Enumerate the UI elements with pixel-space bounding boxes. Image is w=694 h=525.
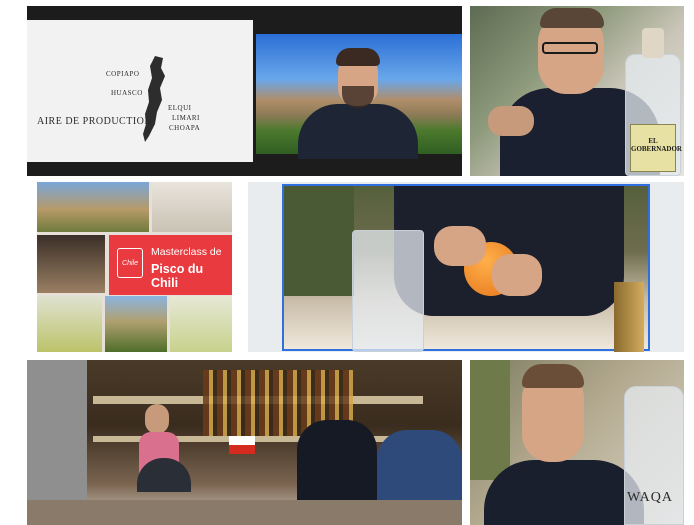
promo-banner: Chile Masterclass de Pisco du Chili	[109, 235, 232, 295]
presenter-body	[298, 104, 418, 159]
video-tile-bar-room[interactable]	[27, 360, 462, 525]
presenter-hair	[336, 48, 380, 66]
christmas-tree	[284, 186, 354, 296]
bar-jigger	[614, 282, 644, 352]
presenter-video	[256, 34, 462, 159]
christmas-tree	[470, 360, 510, 480]
participant-hand-left	[434, 226, 486, 266]
bartender-face	[145, 404, 169, 434]
region-label: COPIAPO	[106, 70, 140, 78]
photo-lime-cocktail	[170, 296, 232, 352]
map-title: AIRE DE PRODUCTION	[37, 116, 153, 127]
participant-hair	[540, 8, 604, 28]
participant-hair	[522, 364, 584, 388]
photo-glass	[37, 235, 105, 293]
glasses-icon	[542, 42, 598, 54]
participant-hand	[488, 106, 534, 136]
region-label: ELQUI	[168, 104, 192, 112]
video-tile-participant-1[interactable]: EL GOBERNADOR	[470, 6, 684, 176]
chile-logo: Chile	[117, 248, 143, 278]
photo-cocktail	[152, 182, 232, 232]
video-tile-presentation[interactable]: COPIAPO HUASCO ELQUI LIMARI CHOAPA AIRE …	[27, 6, 462, 176]
photo-vineyard	[37, 182, 149, 232]
video-tile-promo-slide[interactable]: Chile Masterclass de Pisco du Chili	[37, 182, 232, 352]
bottle-label: EL GOBERNADOR	[630, 124, 682, 172]
video-tile-participant-2[interactable]: WAQA	[470, 360, 684, 525]
chile-map-shape	[143, 56, 165, 142]
promo-line-1: Masterclass de	[151, 246, 222, 258]
region-label: CHOAPA	[169, 124, 201, 132]
bottle-neck	[642, 28, 664, 58]
active-speaker-video	[282, 184, 650, 352]
shared-slide: COPIAPO HUASCO ELQUI LIMARI CHOAPA AIRE …	[27, 20, 253, 162]
region-label: LIMARI	[172, 114, 200, 122]
promo-line-2: Pisco du Chili	[151, 262, 204, 290]
mixing-glass	[352, 230, 424, 352]
participant-body	[484, 460, 644, 525]
chile-flag-icon	[229, 436, 255, 454]
photo-valley	[105, 296, 167, 352]
bottle-label: WAQA	[627, 490, 673, 505]
participant-hand-right	[492, 254, 542, 296]
bar-counter	[27, 500, 462, 525]
photo-drinks	[37, 296, 102, 352]
video-tile-active-speaker[interactable]	[248, 182, 684, 352]
region-label: HUASCO	[111, 89, 143, 97]
